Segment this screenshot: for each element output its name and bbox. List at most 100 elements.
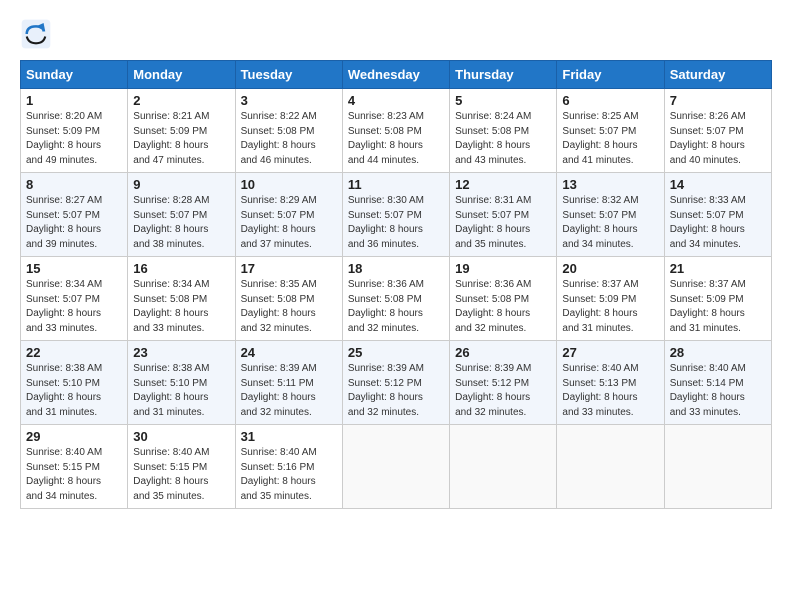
calendar-cell: 29 Sunrise: 8:40 AM Sunset: 5:15 PM Dayli…	[21, 425, 128, 509]
header-cell-sunday: Sunday	[21, 61, 128, 89]
day-number: 15	[26, 261, 122, 276]
day-number: 10	[241, 177, 337, 192]
day-number: 3	[241, 93, 337, 108]
day-info: Sunrise: 8:40 AM Sunset: 5:14 PM Dayligh…	[670, 362, 766, 420]
calendar-cell: 2 Sunrise: 8:21 AM Sunset: 5:09 PM Daylig…	[128, 89, 235, 173]
calendar-cell	[664, 425, 771, 509]
day-number: 20	[562, 261, 658, 276]
calendar-cell: 20 Sunrise: 8:37 AM Sunset: 5:09 PM Dayli…	[557, 257, 664, 341]
week-row-3: 15 Sunrise: 8:34 AM Sunset: 5:07 PM Dayli…	[21, 257, 772, 341]
day-info: Sunrise: 8:40 AM Sunset: 5:13 PM Dayligh…	[562, 362, 658, 420]
day-info: Sunrise: 8:40 AM Sunset: 5:16 PM Dayligh…	[241, 446, 337, 504]
calendar-cell	[450, 425, 557, 509]
week-row-5: 29 Sunrise: 8:40 AM Sunset: 5:15 PM Dayli…	[21, 425, 772, 509]
calendar-cell: 9 Sunrise: 8:28 AM Sunset: 5:07 PM Daylig…	[128, 173, 235, 257]
calendar-cell: 24 Sunrise: 8:39 AM Sunset: 5:11 PM Dayli…	[235, 341, 342, 425]
header-cell-saturday: Saturday	[664, 61, 771, 89]
day-number: 16	[133, 261, 229, 276]
calendar-cell: 8 Sunrise: 8:27 AM Sunset: 5:07 PM Daylig…	[21, 173, 128, 257]
day-info: Sunrise: 8:34 AM Sunset: 5:08 PM Dayligh…	[133, 278, 229, 336]
day-info: Sunrise: 8:25 AM Sunset: 5:07 PM Dayligh…	[562, 110, 658, 168]
day-info: Sunrise: 8:24 AM Sunset: 5:08 PM Dayligh…	[455, 110, 551, 168]
calendar-table: SundayMondayTuesdayWednesdayThursdayFrid…	[20, 60, 772, 509]
calendar-cell: 25Sunrise: 8:39 AM Sunset: 5:12 PM Dayli…	[342, 341, 449, 425]
day-number: 18	[348, 261, 444, 276]
day-info: Sunrise: 8:28 AM Sunset: 5:07 PM Dayligh…	[133, 194, 229, 252]
day-info: Sunrise: 8:31 AM Sunset: 5:07 PM Dayligh…	[455, 194, 551, 252]
day-number: 13	[562, 177, 658, 192]
calendar-cell: 30Sunrise: 8:40 AM Sunset: 5:15 PM Dayli…	[128, 425, 235, 509]
day-number: 9	[133, 177, 229, 192]
week-row-1: 1 Sunrise: 8:20 AM Sunset: 5:09 PM Daylig…	[21, 89, 772, 173]
day-number: 28	[670, 345, 766, 360]
week-row-2: 8 Sunrise: 8:27 AM Sunset: 5:07 PM Daylig…	[21, 173, 772, 257]
header-cell-monday: Monday	[128, 61, 235, 89]
day-number: 4	[348, 93, 444, 108]
calendar-cell: 14Sunrise: 8:33 AM Sunset: 5:07 PM Dayli…	[664, 173, 771, 257]
calendar-cell: 12 Sunrise: 8:31 AM Sunset: 5:07 PM Dayli…	[450, 173, 557, 257]
day-info: Sunrise: 8:38 AM Sunset: 5:10 PM Dayligh…	[26, 362, 122, 420]
calendar-body: 1 Sunrise: 8:20 AM Sunset: 5:09 PM Daylig…	[21, 89, 772, 509]
day-info: Sunrise: 8:30 AM Sunset: 5:07 PM Dayligh…	[348, 194, 444, 252]
day-number: 17	[241, 261, 337, 276]
day-info: Sunrise: 8:21 AM Sunset: 5:09 PM Dayligh…	[133, 110, 229, 168]
day-info: Sunrise: 8:40 AM Sunset: 5:15 PM Dayligh…	[133, 446, 229, 504]
header-cell-friday: Friday	[557, 61, 664, 89]
day-info: Sunrise: 8:40 AM Sunset: 5:15 PM Dayligh…	[26, 446, 122, 504]
day-number: 29	[26, 429, 122, 444]
calendar-cell: 4 Sunrise: 8:23 AM Sunset: 5:08 PM Daylig…	[342, 89, 449, 173]
header-cell-wednesday: Wednesday	[342, 61, 449, 89]
calendar-cell: 6 Sunrise: 8:25 AM Sunset: 5:07 PM Daylig…	[557, 89, 664, 173]
calendar-header-row: SundayMondayTuesdayWednesdayThursdayFrid…	[21, 61, 772, 89]
calendar-cell: 11 Sunrise: 8:30 AM Sunset: 5:07 PM Dayli…	[342, 173, 449, 257]
calendar-cell: 17 Sunrise: 8:35 AM Sunset: 5:08 PM Dayli…	[235, 257, 342, 341]
day-number: 8	[26, 177, 122, 192]
day-info: Sunrise: 8:37 AM Sunset: 5:09 PM Dayligh…	[670, 278, 766, 336]
calendar-cell: 16 Sunrise: 8:34 AM Sunset: 5:08 PM Dayli…	[128, 257, 235, 341]
day-number: 21	[670, 261, 766, 276]
day-info: Sunrise: 8:36 AM Sunset: 5:08 PM Dayligh…	[348, 278, 444, 336]
day-number: 7	[670, 93, 766, 108]
day-info: Sunrise: 8:39 AM Sunset: 5:11 PM Dayligh…	[241, 362, 337, 420]
calendar-cell: 1 Sunrise: 8:20 AM Sunset: 5:09 PM Daylig…	[21, 89, 128, 173]
calendar-cell: 31 Sunrise: 8:40 AM Sunset: 5:16 PM Dayli…	[235, 425, 342, 509]
day-info: Sunrise: 8:29 AM Sunset: 5:07 PM Dayligh…	[241, 194, 337, 252]
day-info: Sunrise: 8:20 AM Sunset: 5:09 PM Dayligh…	[26, 110, 122, 168]
day-info: Sunrise: 8:27 AM Sunset: 5:07 PM Dayligh…	[26, 194, 122, 252]
day-number: 22	[26, 345, 122, 360]
header	[20, 18, 772, 50]
day-number: 2	[133, 93, 229, 108]
day-info: Sunrise: 8:34 AM Sunset: 5:07 PM Dayligh…	[26, 278, 122, 336]
calendar-cell: 19 Sunrise: 8:36 AM Sunset: 5:08 PM Dayli…	[450, 257, 557, 341]
day-info: Sunrise: 8:22 AM Sunset: 5:08 PM Dayligh…	[241, 110, 337, 168]
day-number: 26	[455, 345, 551, 360]
day-number: 12	[455, 177, 551, 192]
day-number: 1	[26, 93, 122, 108]
day-info: Sunrise: 8:26 AM Sunset: 5:07 PM Dayligh…	[670, 110, 766, 168]
day-number: 23	[133, 345, 229, 360]
week-row-4: 22 Sunrise: 8:38 AM Sunset: 5:10 PM Dayli…	[21, 341, 772, 425]
day-number: 11	[348, 177, 444, 192]
day-info: Sunrise: 8:37 AM Sunset: 5:09 PM Dayligh…	[562, 278, 658, 336]
calendar-cell: 21 Sunrise: 8:37 AM Sunset: 5:09 PM Dayli…	[664, 257, 771, 341]
calendar-cell: 18 Sunrise: 8:36 AM Sunset: 5:08 PM Dayli…	[342, 257, 449, 341]
day-number: 24	[241, 345, 337, 360]
day-info: Sunrise: 8:36 AM Sunset: 5:08 PM Dayligh…	[455, 278, 551, 336]
day-info: Sunrise: 8:35 AM Sunset: 5:08 PM Dayligh…	[241, 278, 337, 336]
calendar-cell: 15 Sunrise: 8:34 AM Sunset: 5:07 PM Dayli…	[21, 257, 128, 341]
day-info: Sunrise: 8:23 AM Sunset: 5:08 PM Dayligh…	[348, 110, 444, 168]
day-number: 31	[241, 429, 337, 444]
day-info: Sunrise: 8:39 AM Sunset: 5:12 PM Dayligh…	[455, 362, 551, 420]
logo	[20, 18, 56, 50]
day-number: 5	[455, 93, 551, 108]
day-info: Sunrise: 8:38 AM Sunset: 5:10 PM Dayligh…	[133, 362, 229, 420]
page: SundayMondayTuesdayWednesdayThursdayFrid…	[0, 0, 792, 612]
calendar-cell: 13 Sunrise: 8:32 AM Sunset: 5:07 PM Dayli…	[557, 173, 664, 257]
calendar-cell	[342, 425, 449, 509]
day-number: 6	[562, 93, 658, 108]
day-number: 19	[455, 261, 551, 276]
calendar-cell	[557, 425, 664, 509]
day-number: 25	[348, 345, 444, 360]
day-number: 14	[670, 177, 766, 192]
day-info: Sunrise: 8:32 AM Sunset: 5:07 PM Dayligh…	[562, 194, 658, 252]
